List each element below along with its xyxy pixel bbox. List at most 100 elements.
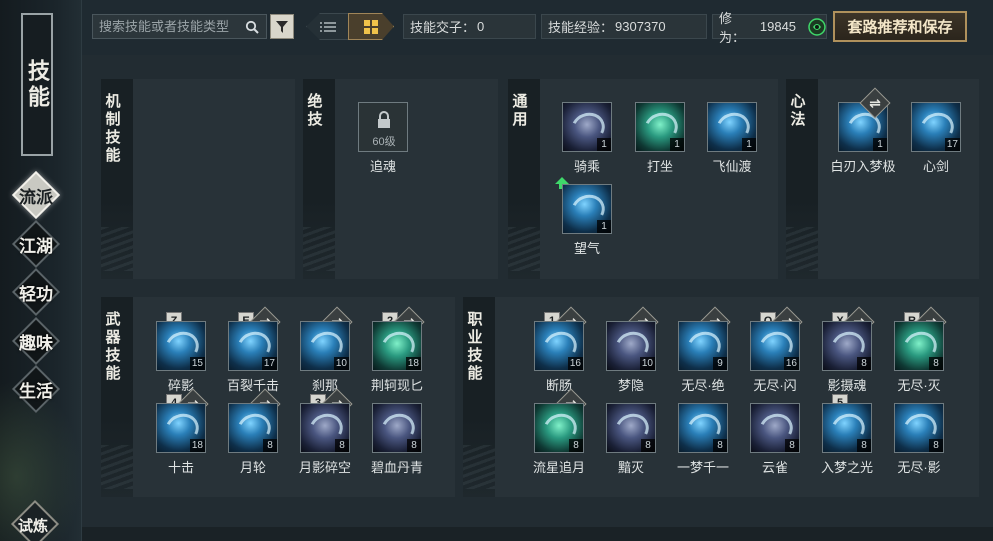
skill-icon[interactable]: 15 [156, 321, 206, 371]
sidebar-item-shilian[interactable]: 试炼 [8, 499, 64, 541]
skill-chana[interactable]: ⇌ 10 刹那 [293, 306, 357, 393]
skill-level: 8 [263, 439, 277, 452]
skill-name: 无尽·绝 [681, 378, 725, 393]
skill-yingshehun[interactable]: X ⇌ 8 影摄魂 [815, 306, 879, 393]
panel-title: 绝技 [305, 93, 324, 129]
skill-icon[interactable]: 9 [678, 321, 728, 371]
skill-yunque[interactable]: 8 云雀 [743, 403, 807, 475]
skill-suiying[interactable]: Z 15 碎影 [149, 312, 213, 393]
skill-name: 影摄魂 [827, 378, 867, 393]
skill-icon[interactable]: 8 [822, 403, 872, 453]
stat-value: 0 [477, 19, 485, 34]
skill-level: 8 [335, 439, 349, 452]
unlock-level: 60级 [372, 136, 396, 148]
skill-icon[interactable]: 8 [606, 403, 656, 453]
skill-yimeng-qianyi[interactable]: 8 一梦千一 [671, 403, 735, 475]
skill-icon[interactable]: 18 [156, 403, 206, 453]
skill-yuelun[interactable]: ⇌ 8 月轮 [221, 388, 285, 475]
skill-yueying-suikong[interactable]: 3 ⇌ 8 月影碎空 [293, 388, 357, 475]
search-icon[interactable] [241, 16, 263, 38]
skill-icon[interactable]: 16 [534, 321, 584, 371]
skill-icon[interactable]: 1 [562, 184, 612, 234]
skill-level: 8 [857, 439, 871, 452]
skill-name: 断肠 [545, 378, 572, 393]
skill-bairen-rumengji[interactable]: 1 ⇌ 白刃入梦极 [830, 87, 896, 174]
sidebar-item-quwei[interactable]: 趣味 [11, 316, 61, 366]
sidebar-item-jianghu[interactable]: 江湖 [11, 219, 61, 269]
skill-icon[interactable]: 8 [534, 403, 584, 453]
skill-icon[interactable]: 8 [678, 403, 728, 453]
sidebar: 技能 流派 江湖 轻功 趣味 生活 试炼 [0, 0, 82, 541]
skill-feixiandu[interactable]: 1 飞仙渡 [700, 102, 764, 174]
grid-view-button[interactable] [348, 13, 394, 40]
skill-icon[interactable]: 16 [750, 321, 800, 371]
skill-icon[interactable]: 1 [635, 102, 685, 152]
skill-wujin-shan[interactable]: Q ⇌ 16 无尽·闪 [743, 306, 807, 393]
skill-level: 18 [405, 357, 421, 370]
sidebar-item-liupai[interactable]: 流派 [11, 170, 61, 220]
skill-icon[interactable]: 17 [911, 102, 961, 152]
skill-icon[interactable]: 18 [372, 321, 422, 371]
skill-level: 8 [713, 439, 727, 452]
wave-decoration [303, 227, 335, 271]
skill-name: 荆轲现匕 [370, 378, 423, 393]
lock-icon [378, 111, 390, 128]
list-view-button[interactable] [306, 13, 350, 40]
recommend-save-button[interactable]: 套路推荐和保存 [833, 11, 967, 42]
skill-icon[interactable]: 8 [750, 403, 800, 453]
skill-level: 8 [929, 357, 943, 370]
skill-xinjian[interactable]: 17 心剑 [904, 102, 968, 174]
skill-wujin-mie[interactable]: R ⇌ 8 无尽·灭 [887, 306, 951, 393]
view-toggle [302, 13, 394, 40]
skill-rumeng-zhiguang[interactable]: 5 8 入梦之光 [815, 394, 879, 475]
sidebar-item-label: 轻功 [19, 284, 53, 305]
sidebar-item-label: 江湖 [19, 236, 53, 257]
skill-qicheng[interactable]: 1 骑乘 [555, 102, 619, 174]
bottom-hint-bar [82, 527, 993, 541]
skill-wujin-ying[interactable]: 8 无尽·影 [887, 403, 951, 475]
skill-bixue-danqing[interactable]: 8 碧血丹青 [365, 403, 429, 475]
skill-icon[interactable]: 1 [562, 102, 612, 152]
skill-jingke-xianbi[interactable]: 2 ⇌ 18 荆轲现匕 [365, 306, 429, 393]
skill-icon[interactable]: 10 [606, 321, 656, 371]
skill-icon[interactable]: 10 [300, 321, 350, 371]
skill-level: 1 [597, 220, 611, 233]
skill-zhuihun[interactable]: 60级 追魂 [351, 102, 415, 174]
skill-icon[interactable]: 8 [228, 403, 278, 453]
skill-name: 骑乘 [573, 159, 600, 174]
weapon-panel: 武器技能 Z 15 碎影 E ⇌ 17 百裂千击 ⇌ 10 刹那 2 ⇌ 18 … [101, 297, 455, 497]
sidebar-item-shenghuo[interactable]: 生活 [11, 364, 61, 414]
skill-name: 白刃入梦极 [830, 159, 896, 174]
mechanism-panel: 机制技能 [101, 79, 295, 279]
skill-wujin-jue[interactable]: ⇌ 9 无尽·绝 [671, 306, 735, 393]
skill-wangqi[interactable]: 1 望气 [555, 177, 619, 256]
cultivation-icon[interactable] [808, 17, 826, 36]
skill-level: 16 [783, 357, 799, 370]
skill-shiji[interactable]: 4 ⇌ 18 十击 [149, 388, 213, 475]
mind-panel: 心法 1 ⇌ 白刃入梦极 17 心剑 [786, 79, 979, 279]
sidebar-item-qinggong[interactable]: 轻功 [11, 267, 61, 317]
skill-icon[interactable]: 8 [372, 403, 422, 453]
skill-icon[interactable]: 60级 [358, 102, 408, 152]
skill-dazuo[interactable]: 1 打坐 [628, 102, 692, 174]
skill-name: 无尽·闪 [753, 378, 797, 393]
stat-value: 19845 [759, 19, 797, 34]
skill-icon[interactable]: 1 [707, 102, 757, 152]
skill-liuxing-zhuiyue[interactable]: ⇌ 8 流星追月 [527, 388, 591, 475]
grid-icon [364, 19, 378, 34]
skill-exp-stat: 技能经验： 9307370 [541, 14, 707, 39]
ultimate-panel: 绝技 60级 追魂 [303, 79, 498, 279]
skill-duanchang[interactable]: 1 ⇌ 16 断肠 [527, 306, 591, 393]
skill-icon[interactable]: 8 [894, 321, 944, 371]
skill-icon[interactable]: 17 [228, 321, 278, 371]
skill-level: 8 [857, 357, 871, 370]
skill-bailie-qianji[interactable]: E ⇌ 17 百裂千击 [221, 306, 285, 393]
filter-button[interactable] [270, 14, 294, 39]
skill-icon[interactable]: 8 [822, 321, 872, 371]
skill-icon[interactable]: 8 [300, 403, 350, 453]
skill-mengyin[interactable]: ⇌ 10 梦隐 [599, 306, 663, 393]
skill-anmie[interactable]: 8 黯灭 [599, 403, 663, 475]
skill-icon[interactable]: 8 [894, 403, 944, 453]
skill-level: 1 [873, 138, 887, 151]
search-input[interactable] [93, 19, 241, 34]
